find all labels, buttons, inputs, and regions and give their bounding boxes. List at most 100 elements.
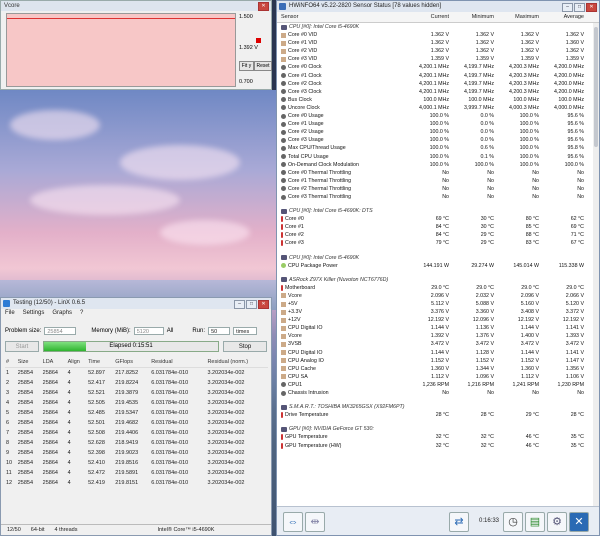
hwinfo-window[interactable]: HWiNFO64 v5.22-2820 Sensor Status [78 va… [276, 0, 600, 536]
results-column-header[interactable]: # [5, 356, 17, 368]
sensor-row[interactable]: Core #2 Thermal Throttling No No No No [277, 185, 593, 193]
results-column-header[interactable]: Residual [150, 356, 207, 368]
col-average[interactable]: Average [542, 12, 587, 22]
sensor-row[interactable]: Core #0 VID 1.362 V 1.362 V 1.362 V 1.362 V [277, 31, 593, 39]
stop-button[interactable]: Stop [223, 340, 267, 352]
run-unit-select[interactable]: times [233, 327, 258, 335]
settings-icon[interactable]: ⚙ [547, 512, 567, 532]
sensor-group-header[interactable]: GPU [#0]: NVIDIA GeForce GT 530: [277, 425, 593, 433]
table-row[interactable]: 12 25854 25864 4 52.419 219.8151 6.031784e-010… [5, 478, 268, 488]
sensor-row[interactable]: On-Demand Clock Modulation 100.0 % 100.0 %… [277, 161, 593, 169]
sensor-row[interactable]: Core #1 84 °C 30 °C 85 °C 69 °C [277, 223, 593, 231]
sensor-row[interactable]: CPU Analog IO 1.152 V 1.152 V 1.152 V 1.147 … [277, 357, 593, 365]
vcore-title-bar[interactable]: Vcore ✕ [1, 1, 271, 11]
sensor-row[interactable]: CPU Digital IO 1.144 V 1.128 V 1.144 V 1.141… [277, 349, 593, 357]
sensor-scrollbar[interactable] [593, 23, 599, 507]
maximize-button[interactable]: □ [246, 300, 257, 309]
network-icon[interactable]: ⇄ [449, 512, 469, 532]
close-button[interactable]: ✕ [586, 3, 597, 12]
vcore-graph-window[interactable]: Vcore ✕ 1.500 1.392 V Fit y Reset 0.700 [0, 0, 272, 90]
collapse-arrows-icon[interactable]: ⇹ [305, 512, 325, 532]
sensor-row[interactable]: Core #2 Usage 100.0 % 0.0 % 100.0 % 95.6 % [277, 128, 593, 136]
sensor-row[interactable]: Bus Clock 100.0 MHz 100.0 MHz 100.0 MHz 100.… [277, 96, 593, 104]
sensor-row[interactable]: GPU Temperature 32 °C 32 °C 46 °C 35 °C [277, 433, 593, 441]
sensor-row[interactable]: Core #2 Clock 4,200.1 MHz 4,199.7 MHz 4,200… [277, 80, 593, 88]
minimize-button[interactable]: – [562, 3, 573, 12]
minimize-button[interactable]: – [234, 300, 245, 309]
results-column-header[interactable]: Time [87, 356, 115, 368]
col-sensor[interactable]: Sensor [277, 12, 407, 22]
table-row[interactable]: 10 25854 25864 4 52.410 219.8516 6.031784e-010… [5, 458, 268, 468]
table-row[interactable]: 9 25854 25864 4 52.398 219.9023 6.031784e-010 3… [5, 448, 268, 458]
sensor-row[interactable]: Motherboard 29.0 °C 29.0 °C 29.0 °C 29.0 °C [277, 284, 593, 292]
sensor-row[interactable]: Core #0 Clock 4,200.1 MHz 4,199.7 MHz 4,200… [277, 63, 593, 71]
results-column-header[interactable]: Align [66, 356, 88, 368]
sensor-row[interactable]: Core #3 Clock 4,200.1 MHz 4,199.7 MHz 4,200… [277, 88, 593, 96]
sensor-row[interactable]: CPU Cache 1.360 V 1.344 V 1.360 V 1.356 V [277, 365, 593, 373]
close-button[interactable]: ✕ [258, 300, 269, 309]
sensor-group-header[interactable]: CPU [#0]: Intel Core i5-4690K: DTS [277, 207, 593, 215]
sensor-row[interactable]: Core #1 Thermal Throttling No No No No [277, 177, 593, 185]
sensor-row[interactable]: Total CPU Usage 100.0 % 0.1 % 100.0 % 95.6 % [277, 153, 593, 161]
menu-help[interactable]: ? [80, 309, 83, 318]
run-count-input[interactable]: 50 [208, 327, 231, 335]
sensor-row[interactable]: +3.3V 3.376 V 3.360 V 3.408 V 3.372 V [277, 308, 593, 316]
menu-file[interactable]: File [5, 309, 15, 318]
sensor-row[interactable]: Core #0 Thermal Throttling No No No No [277, 169, 593, 177]
sensor-row[interactable]: Vcore 1.392 V 1.376 V 1.400 V 1.393 V [277, 332, 593, 340]
col-minimum[interactable]: Minimum [452, 12, 497, 22]
results-column-header[interactable]: GFlops [114, 356, 151, 368]
sensor-row[interactable]: Core #0 69 °C 30 °C 80 °C 62 °C [277, 215, 593, 223]
table-row[interactable]: 3 25854 25864 4 52.521 219.3879 6.031784e-010 3… [5, 388, 268, 398]
sensor-row[interactable]: +5V 5.112 V 5.088 V 5.160 V 5.120 V [277, 300, 593, 308]
table-row[interactable]: 8 25854 25864 4 52.628 218.9419 6.031784e-010 3… [5, 438, 268, 448]
sensor-row[interactable]: CPU SA 1.112 V 1.096 V 1.112 V 1.106 V [277, 373, 593, 381]
all-checkbox-label[interactable]: All [167, 328, 174, 334]
sensor-list[interactable]: CPU [#0]: Intel Core i5-4690K Core #0 VID… [277, 23, 593, 507]
linx-title-bar[interactable]: Testing (12/50) - LinX 0.6.5 – □ ✕ [1, 298, 271, 309]
sensor-row[interactable]: Core #0 Usage 100.0 % 0.0 % 100.0 % 95.6 % [277, 112, 593, 120]
linx-window[interactable]: Testing (12/50) - LinX 0.6.5 – □ ✕ File … [0, 297, 272, 536]
col-maximum[interactable]: Maximum [497, 12, 542, 22]
table-row[interactable]: 4 25854 25864 4 52.505 219.4535 6.031784e-010 3… [5, 398, 268, 408]
sensor-row[interactable]: CPU1 1,236 RPM 1,216 RPM 1,241 RPM 1,230 RPM [277, 381, 593, 389]
sensor-row[interactable]: Core #3 VID 1.359 V 1.359 V 1.359 V 1.359 V [277, 55, 593, 63]
sensor-row[interactable]: Chassis Intrusion No No No No [277, 389, 593, 397]
sensor-row[interactable]: Uncore Clock 4,000.1 MHz 3,999.7 MHz 4,000.… [277, 104, 593, 112]
table-row[interactable]: 2 25854 25864 4 52.417 219.8224 6.031784e-010 3… [5, 378, 268, 388]
sensor-row[interactable]: GPU Temperature (HW) 32 °C 32 °C 46 °C 35 °C [277, 442, 593, 450]
sensor-row[interactable]: 3VSB 3.472 V 3.472 V 3.472 V 3.472 V [277, 340, 593, 348]
table-row[interactable]: 6 25854 25864 4 52.501 219.4682 6.031784e-010 3… [5, 418, 268, 428]
hwinfo-title-bar[interactable]: HWiNFO64 v5.22-2820 Sensor Status [78 va… [277, 1, 599, 12]
sensor-row[interactable]: Core #1 Clock 4,200.1 MHz 4,199.7 MHz 4,200… [277, 72, 593, 80]
sensor-row[interactable]: CPU Digital IO 1.144 V 1.136 V 1.144 V 1.141… [277, 324, 593, 332]
sensor-group-header[interactable]: S.M.A.R.T.: TOSHIBA MK3265GSX (X92FM6PT) [277, 403, 593, 411]
table-row[interactable]: 11 25854 25864 4 52.472 219.5891 6.031784e-010… [5, 468, 268, 478]
sensor-row[interactable]: +12V 12.192 V 12.096 V 12.192 V 12.192 V [277, 316, 593, 324]
sensor-group-header[interactable]: CPU [#0]: Intel Core i5-4690K [277, 254, 593, 262]
clock-icon[interactable]: ◷ [503, 512, 523, 532]
sensor-row[interactable]: Core #1 VID 1.362 V 1.362 V 1.362 V 1.360 V [277, 39, 593, 47]
menu-settings[interactable]: Settings [23, 309, 45, 318]
col-current[interactable]: Current [407, 12, 452, 22]
close-button[interactable]: ✕ [258, 2, 269, 11]
results-column-header[interactable]: Size [16, 356, 42, 368]
maximize-button[interactable]: □ [574, 3, 585, 12]
table-row[interactable]: 1 25854 25864 4 52.897 217.8252 6.031784e-010 3… [5, 368, 268, 379]
fit-y-button[interactable]: Fit y [239, 61, 254, 71]
close-icon[interactable]: ✕ [569, 512, 589, 532]
report-icon[interactable]: ▤ [525, 512, 545, 532]
scrollbar-thumb[interactable] [594, 27, 598, 147]
results-column-header[interactable]: LDA [41, 356, 67, 368]
table-row[interactable]: 7 25854 25864 4 52.508 219.4406 6.031784e-010 3… [5, 428, 268, 438]
sensor-row[interactable]: Core #2 84 °C 29 °C 88 °C 71 °C [277, 231, 593, 239]
sensor-group-header[interactable]: ASRock Z97X Killer (Nuvoton NCT6776D) [277, 276, 593, 284]
sensor-row[interactable]: Core #3 Thermal Throttling No No No No [277, 193, 593, 201]
results-column-header[interactable]: Residual (norm.) [206, 356, 268, 368]
reset-button[interactable]: Reset [254, 61, 272, 71]
sensor-row[interactable]: Core #3 79 °C 29 °C 83 °C 67 °C [277, 239, 593, 247]
sensor-row[interactable]: CPU Package Power 144.191 W 29.274 W 145.01… [277, 262, 593, 270]
sensor-row[interactable]: Core #1 Usage 100.0 % 0.0 % 100.0 % 95.6 % [277, 120, 593, 128]
sensor-row[interactable]: Drive Temperature 28 °C 28 °C 29 °C 28 °C [277, 411, 593, 419]
sensor-row[interactable]: Vcore 2.096 V 2.032 V 2.096 V 2.066 V [277, 292, 593, 300]
